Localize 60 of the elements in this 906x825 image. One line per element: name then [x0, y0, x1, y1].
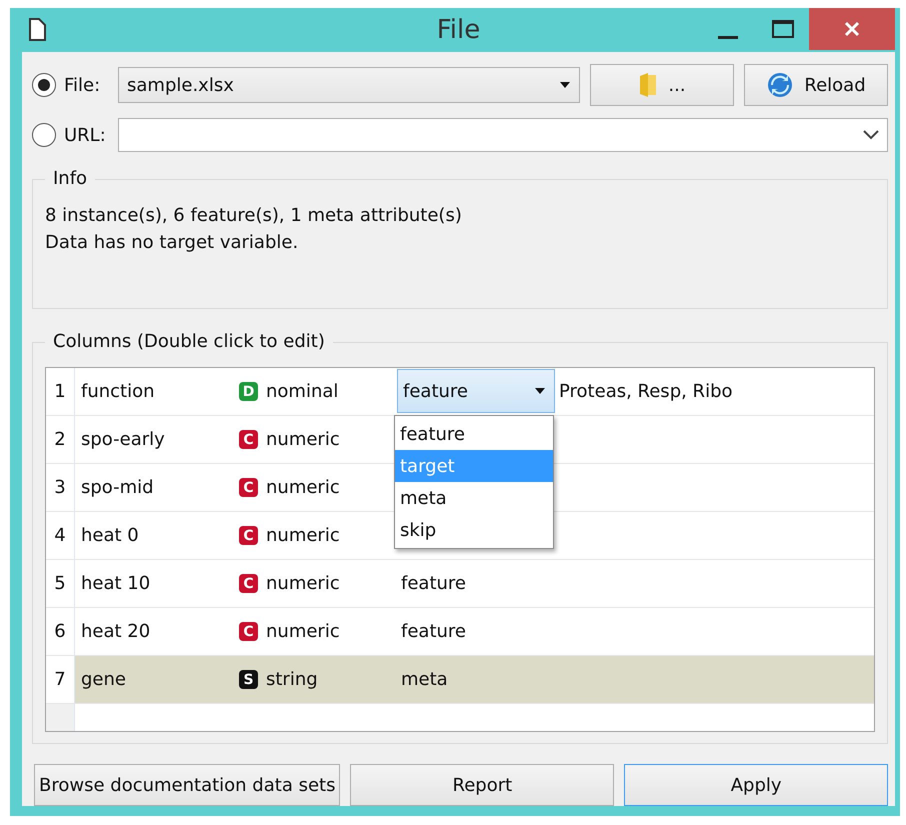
table-cell-text: function	[80, 380, 156, 404]
source-label: URL:	[64, 124, 107, 146]
push-button[interactable]: Browse documentation data sets	[34, 764, 340, 806]
maximize-icon	[772, 20, 794, 38]
type-badge: C	[239, 574, 258, 593]
menu-item[interactable]: feature	[395, 418, 553, 450]
url-field[interactable]	[118, 118, 888, 152]
document-icon	[28, 18, 46, 42]
table-cell-text: gene	[80, 668, 127, 692]
type-badge: D	[239, 382, 258, 401]
radio-button[interactable]	[32, 123, 56, 147]
table-row[interactable]: 5 heat 10 C numeric feature	[46, 560, 874, 608]
file-combo[interactable]: sample.xlsx	[118, 67, 580, 103]
type-badge: C	[239, 478, 258, 497]
group-title: Columns (Double click to edit)	[45, 331, 333, 352]
type-text: nominal	[266, 381, 338, 402]
table-cell-text: heat 0	[80, 524, 140, 548]
type-badge: S	[239, 670, 258, 689]
table-cell-text: meta	[400, 668, 449, 692]
table-cell-text: heat 10	[80, 572, 152, 596]
dropdown-arrow-icon	[559, 82, 571, 88]
apply-button[interactable]: Apply	[624, 764, 888, 806]
radio-button[interactable]	[32, 73, 56, 97]
table-cell-text: spo-early	[80, 428, 166, 452]
type-badge: C	[239, 430, 258, 449]
table-row[interactable]: 7 gene S string meta	[46, 656, 874, 704]
type-text: numeric	[266, 573, 340, 594]
info-text: 8 instance(s), 6 feature(s), 1 meta attribute(s)	[45, 204, 463, 228]
folder-icon	[638, 72, 658, 98]
close-button[interactable]	[809, 8, 895, 50]
refresh-icon	[766, 71, 794, 99]
menu-item[interactable]: meta	[395, 482, 553, 514]
type-text: numeric	[266, 477, 340, 498]
table-cell-text: feature	[400, 572, 467, 596]
type-text: string	[266, 669, 318, 690]
table-cell-text: Proteas, Resp, Ribo	[558, 380, 734, 404]
chevron-down-icon	[863, 130, 879, 140]
close-icon	[844, 21, 860, 37]
type-text: numeric	[266, 621, 340, 642]
push-button[interactable]: Report	[350, 764, 614, 806]
info-text: Data has no target variable.	[45, 231, 300, 255]
type-badge: C	[239, 526, 258, 545]
row-header	[46, 704, 75, 731]
type-text: numeric	[266, 429, 340, 450]
type-badge: C	[239, 622, 258, 641]
table-cell-text: spo-mid	[80, 476, 155, 500]
role-combo[interactable]: feature	[397, 369, 555, 413]
window-title: File	[436, 15, 480, 45]
dropdown-arrow-icon	[534, 388, 546, 394]
menu-item[interactable]: skip	[395, 514, 553, 546]
source-label: File:	[64, 74, 102, 96]
row-number: 7	[46, 656, 75, 703]
table-row[interactable]: 1 function D nominal feature Proteas, Resp, Ribo	[46, 368, 874, 416]
table-row[interactable]: 6 heat 20 C numeric feature	[46, 608, 874, 656]
table-cell-text: heat 20	[80, 620, 152, 644]
minimize-icon	[718, 36, 738, 38]
table-cell-text: feature	[400, 620, 467, 644]
browse-button[interactable]: ...	[590, 64, 734, 106]
reload-button[interactable]: Reload	[744, 64, 888, 106]
type-text: numeric	[266, 525, 340, 546]
